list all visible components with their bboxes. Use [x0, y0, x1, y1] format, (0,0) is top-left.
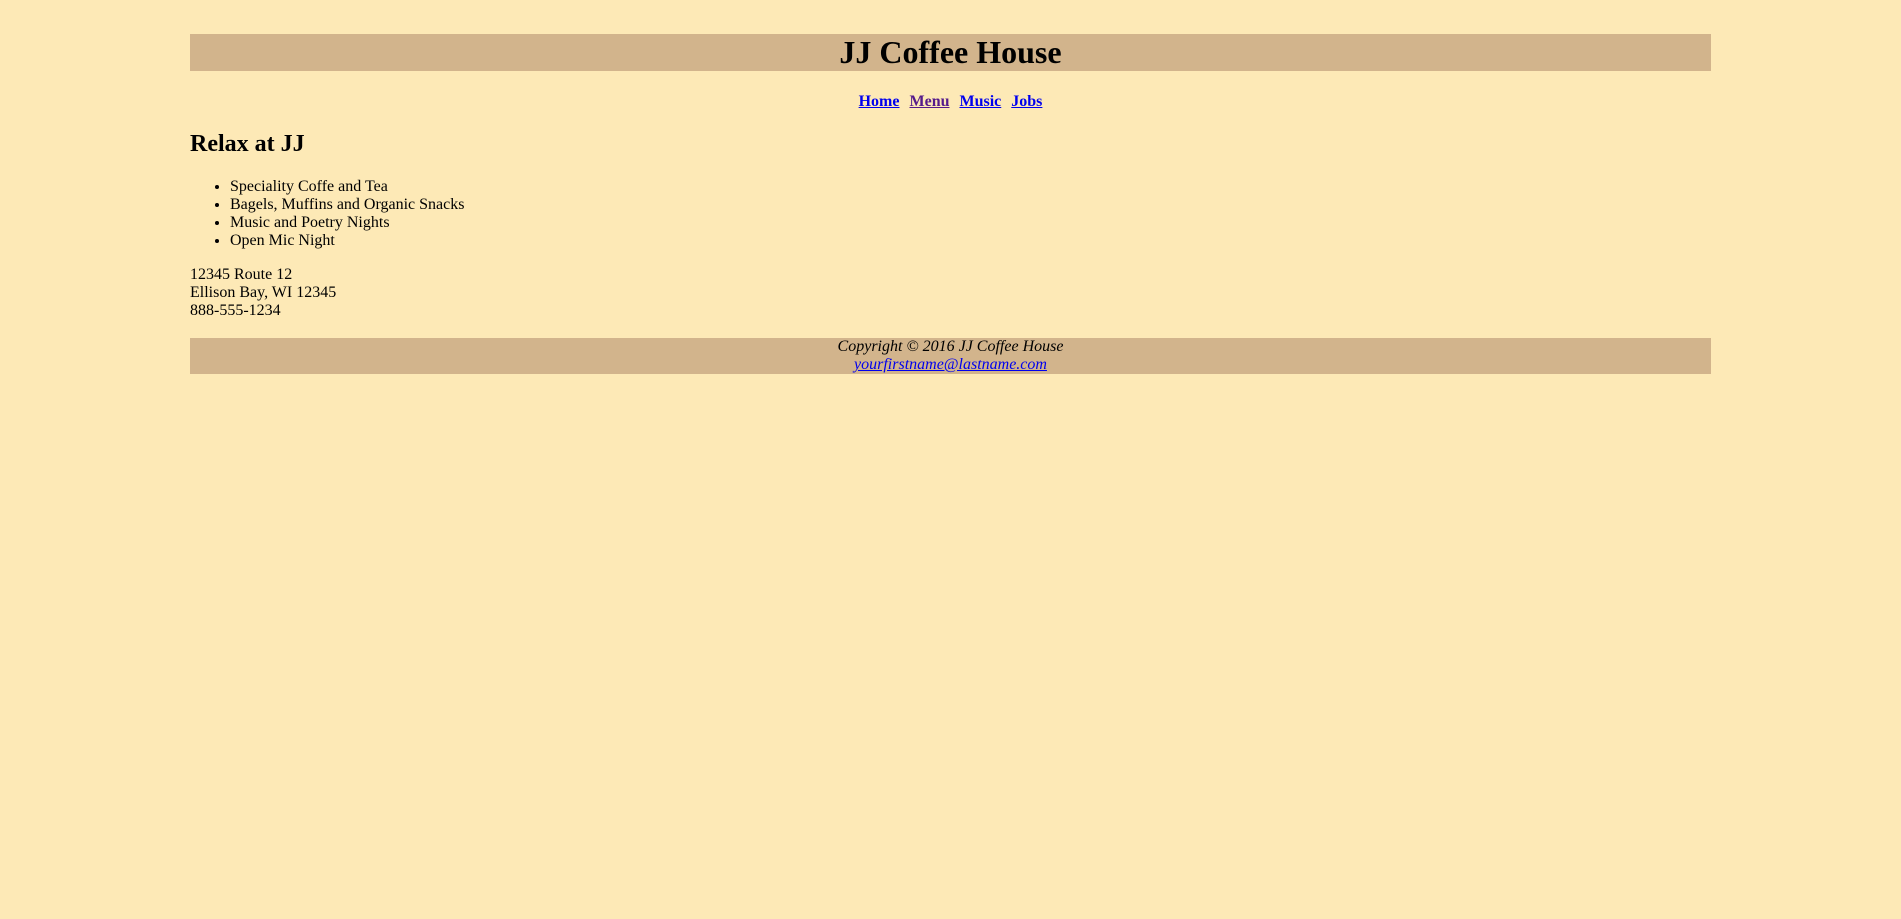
main-nav: Home Menu Music Jobs — [190, 93, 1711, 111]
list-item: Open Mic Night — [230, 232, 1711, 250]
nav-music-link[interactable]: Music — [959, 93, 1001, 110]
list-item: Speciality Coffe and Tea — [230, 178, 1711, 196]
list-item: Bagels, Muffins and Organic Snacks — [230, 196, 1711, 214]
nav-home-link[interactable]: Home — [859, 93, 900, 110]
features-list: Speciality Coffe and Tea Bagels, Muffins… — [190, 178, 1711, 250]
nav-menu-link[interactable]: Menu — [909, 93, 949, 110]
main-content: Relax at JJ Speciality Coffe and Tea Bag… — [190, 130, 1711, 320]
nav-jobs-link[interactable]: Jobs — [1011, 93, 1042, 110]
section-heading: Relax at JJ — [190, 131, 305, 157]
address-street: 12345 Route 12 — [190, 266, 293, 283]
copyright-text: Copyright © 2016 JJ Coffee House — [837, 338, 1064, 355]
phone-number: 888-555-1234 — [190, 302, 281, 319]
site-footer: Copyright © 2016 JJ Coffee House yourfir… — [190, 338, 1711, 374]
site-header: JJ Coffee House — [190, 34, 1711, 71]
address-block: 12345 Route 12 Ellison Bay, WI 12345 888… — [190, 266, 1711, 320]
site-title: JJ Coffee House — [839, 34, 1062, 70]
email-link[interactable]: yourfirstname@lastname.com — [854, 356, 1047, 373]
page-wrapper: JJ Coffee House Home Menu Music Jobs Rel… — [190, 0, 1711, 374]
address-city: Ellison Bay, WI 12345 — [190, 284, 337, 301]
list-item: Music and Poetry Nights — [230, 214, 1711, 232]
